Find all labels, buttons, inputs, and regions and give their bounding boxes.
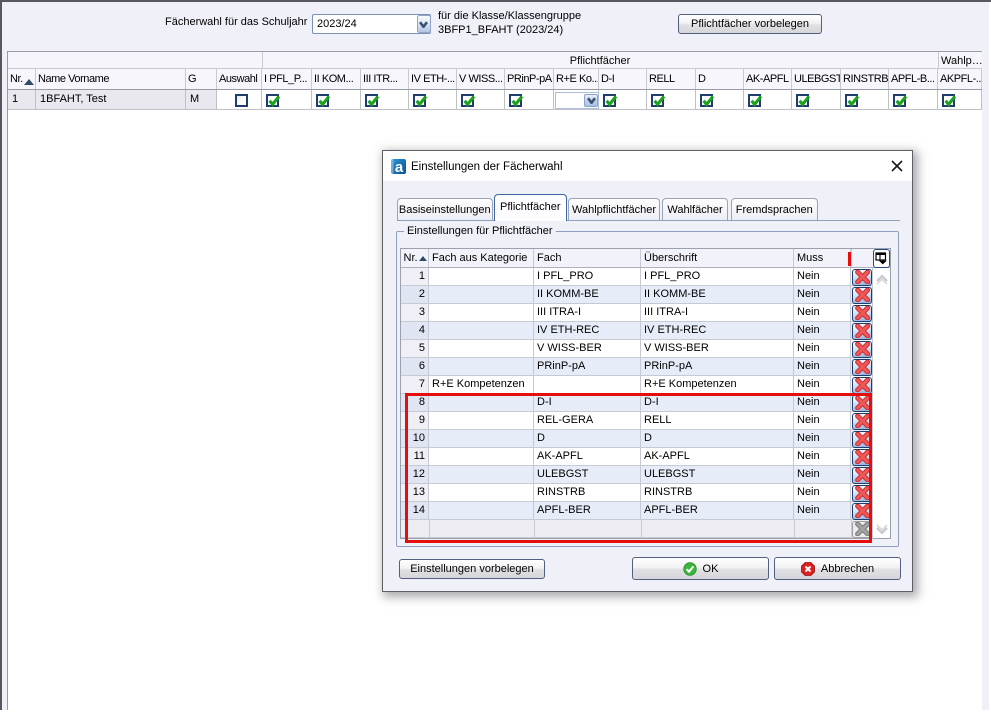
svg-text:a: a [395, 159, 404, 174]
